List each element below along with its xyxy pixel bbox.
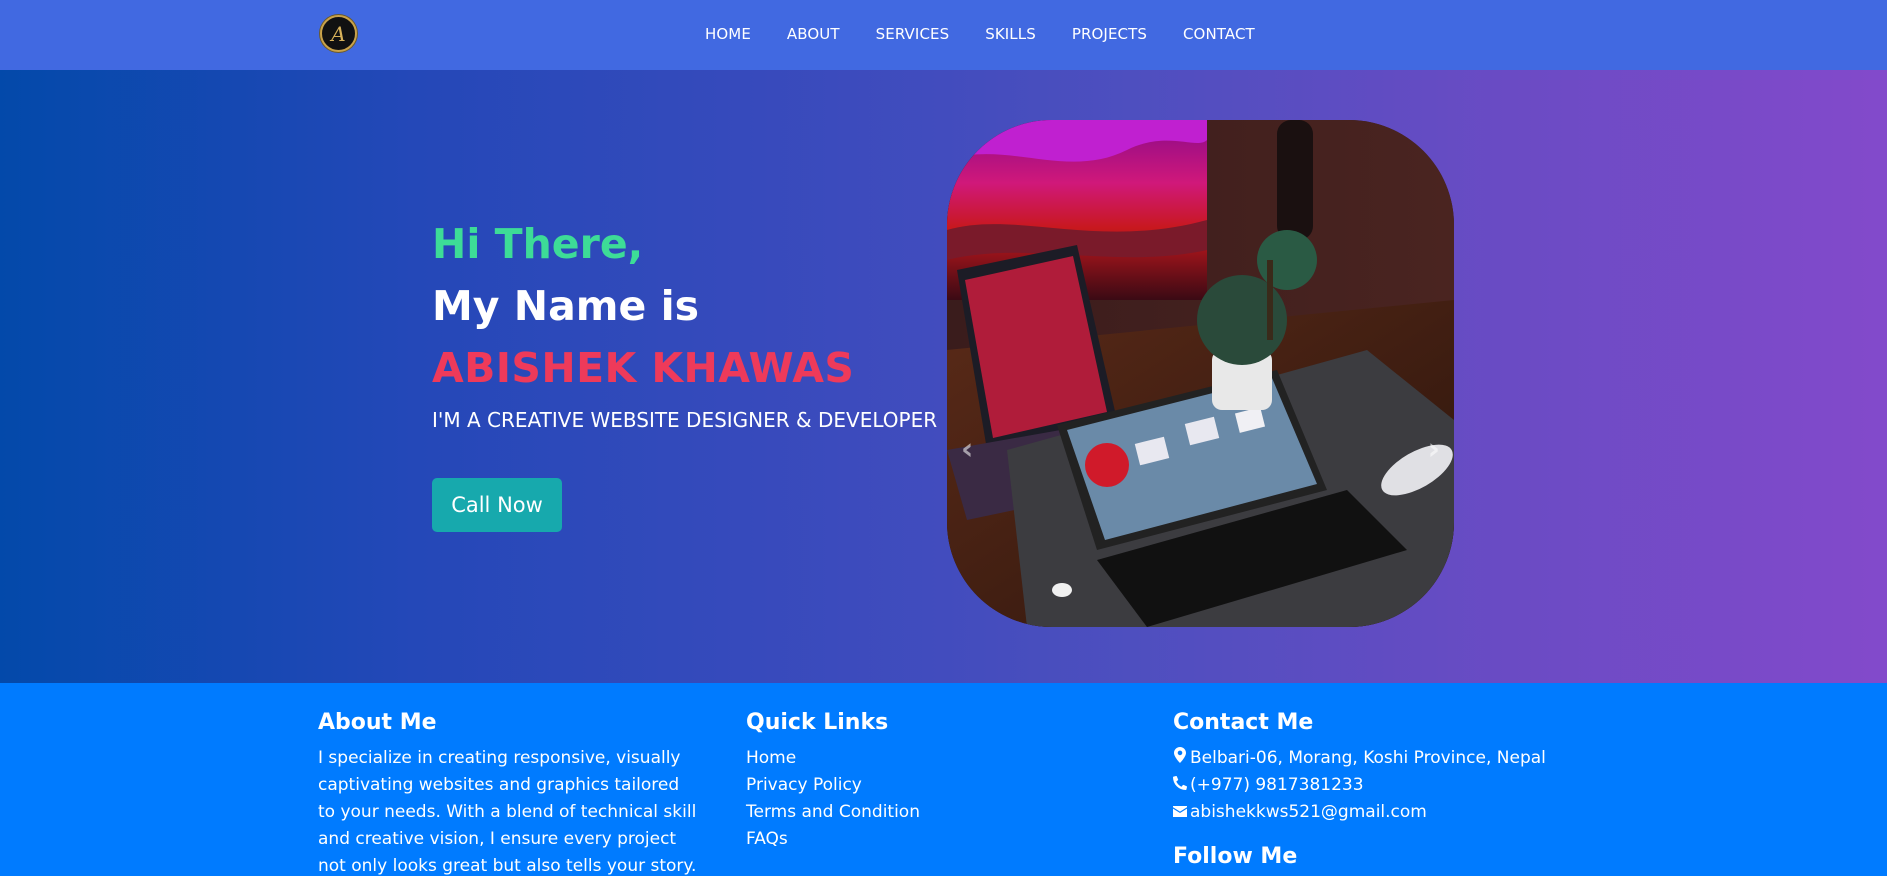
about-text: I specialize in creating responsive, vis… [318, 748, 697, 876]
follow-heading: Follow Me [1173, 844, 1298, 869]
quick-links-list: Home Privacy Policy Terms and Condition … [746, 745, 920, 853]
contact-phone[interactable]: (+977) 9817381233 [1172, 772, 1546, 799]
address-text: Belbari-06, Morang, Koshi Province, Nepa… [1190, 748, 1546, 768]
phone-icon [1172, 772, 1188, 799]
nav-services[interactable]: SERVICES [876, 25, 950, 43]
footer: About Me I specialize in creating respon… [0, 683, 1887, 876]
nav-skills[interactable]: SKILLS [985, 25, 1036, 43]
envelope-icon [1173, 799, 1187, 826]
about-heading: About Me [318, 710, 437, 735]
navbar: A HOME ABOUT SERVICES SKILLS PROJECTS CO… [0, 0, 1887, 70]
link-faqs[interactable]: FAQs [746, 826, 920, 853]
link-terms[interactable]: Terms and Condition [746, 799, 920, 826]
nav-home[interactable]: HOME [705, 25, 751, 43]
image-carousel[interactable]: ‹ › [947, 120, 1454, 627]
contact-list: Belbari-06, Morang, Koshi Province, Nepa… [1172, 745, 1546, 826]
carousel-prev-icon[interactable]: ‹ [961, 435, 973, 465]
hero-tagline: I'M A CREATIVE WEBSITE DESIGNER & DEVELO… [432, 408, 938, 432]
contact-heading: Contact Me [1173, 710, 1314, 735]
quick-links-heading: Quick Links [746, 710, 889, 735]
nav-contact[interactable]: CONTACT [1183, 25, 1255, 43]
phone-text: (+977) 9817381233 [1190, 775, 1364, 795]
hero-greeting: Hi There, [432, 220, 644, 268]
hero-name: ABISHEK KHAWAS [432, 344, 855, 392]
link-home[interactable]: Home [746, 745, 920, 772]
nav-about[interactable]: ABOUT [787, 25, 840, 43]
carousel-next-icon[interactable]: › [1428, 435, 1440, 465]
email-text: abishekkws521@gmail.com [1190, 802, 1427, 822]
logo-letter: A [331, 21, 346, 46]
hero-intro: My Name is [432, 282, 700, 330]
contact-email[interactable]: abishekkws521@gmail.com [1173, 799, 1546, 826]
map-marker-icon [1173, 745, 1187, 772]
contact-address: Belbari-06, Morang, Koshi Province, Nepa… [1173, 745, 1546, 772]
logo[interactable]: A [320, 15, 357, 52]
carousel-image [947, 120, 1454, 627]
link-privacy-policy[interactable]: Privacy Policy [746, 772, 920, 799]
nav-links: HOME ABOUT SERVICES SKILLS PROJECTS CONT… [705, 0, 1255, 67]
nav-projects[interactable]: PROJECTS [1072, 25, 1147, 43]
hero-section: Hi There, My Name is ABISHEK KHAWAS I'M … [0, 70, 1887, 683]
call-now-button[interactable]: Call Now [432, 478, 562, 532]
